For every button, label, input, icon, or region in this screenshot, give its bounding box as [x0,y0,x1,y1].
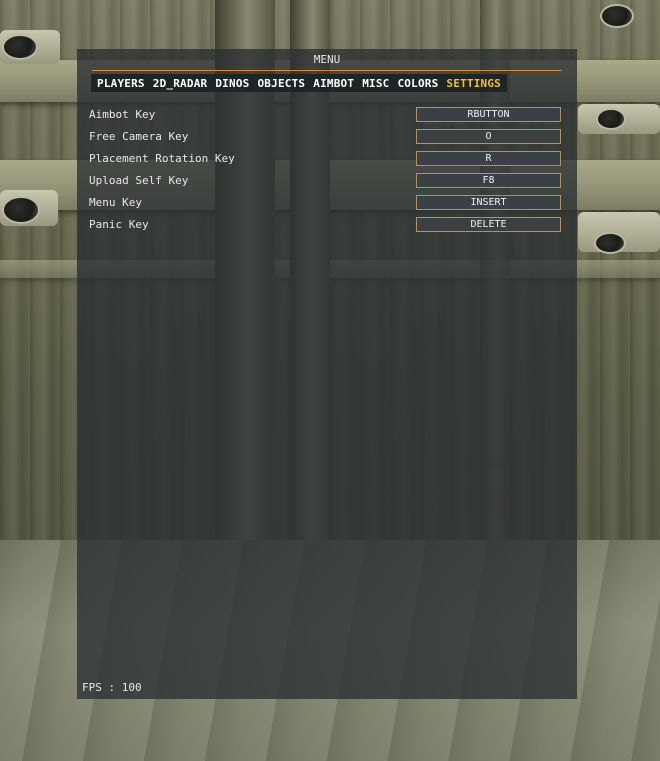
tab-aimbot[interactable]: AIMBOT [313,77,354,90]
tab-dinos[interactable]: DINOS [215,77,249,90]
bolt-decoration [2,34,38,60]
bolt-decoration [596,108,626,130]
game-scene: MENU PLAYERS 2D_RADAR DINOS OBJECTS AIMB… [0,0,660,761]
tab-colors[interactable]: COLORS [397,77,438,90]
menu-tab-bar: PLAYERS 2D_RADAR DINOS OBJECTS AIMBOT MI… [91,74,508,92]
tab-players[interactable]: PLAYERS [97,77,145,90]
bolt-decoration [2,196,40,224]
setting-row-menu-key: Menu Key INSERT [89,195,561,211]
setting-label: Free Camera Key [89,130,189,143]
setting-label: Aimbot Key [89,108,156,121]
fps-counter: FPS : 100 [82,681,142,694]
setting-row-upload-self-key: Upload Self Key F8 [89,173,561,189]
tab-misc[interactable]: MISC [362,77,389,90]
free-camera-key-button[interactable]: O [416,129,561,144]
aimbot-key-button[interactable]: RBUTTON [416,107,561,122]
cheat-menu-panel: MENU PLAYERS 2D_RADAR DINOS OBJECTS AIMB… [77,49,577,699]
panic-key-button[interactable]: DELETE [416,217,561,232]
tab-2d-radar[interactable]: 2D_RADAR [153,77,208,90]
setting-row-free-camera-key: Free Camera Key O [89,129,561,145]
setting-label: Menu Key [89,196,142,209]
title-divider [92,70,562,71]
placement-rotation-key-button[interactable]: R [416,151,561,166]
tab-settings[interactable]: SETTINGS [446,77,501,90]
setting-row-aimbot-key: Aimbot Key RBUTTON [89,107,561,123]
setting-row-panic-key: Panic Key DELETE [89,217,561,233]
setting-label: Upload Self Key [89,174,189,187]
tab-objects[interactable]: OBJECTS [257,77,305,90]
bolt-decoration [600,4,634,28]
setting-label: Panic Key [89,218,149,231]
setting-label: Placement Rotation Key [89,152,235,165]
bolt-decoration [594,232,626,254]
menu-title: MENU [313,53,341,66]
setting-row-placement-rotation-key: Placement Rotation Key R [89,151,561,167]
menu-key-button[interactable]: INSERT [416,195,561,210]
upload-self-key-button[interactable]: F8 [416,173,561,188]
